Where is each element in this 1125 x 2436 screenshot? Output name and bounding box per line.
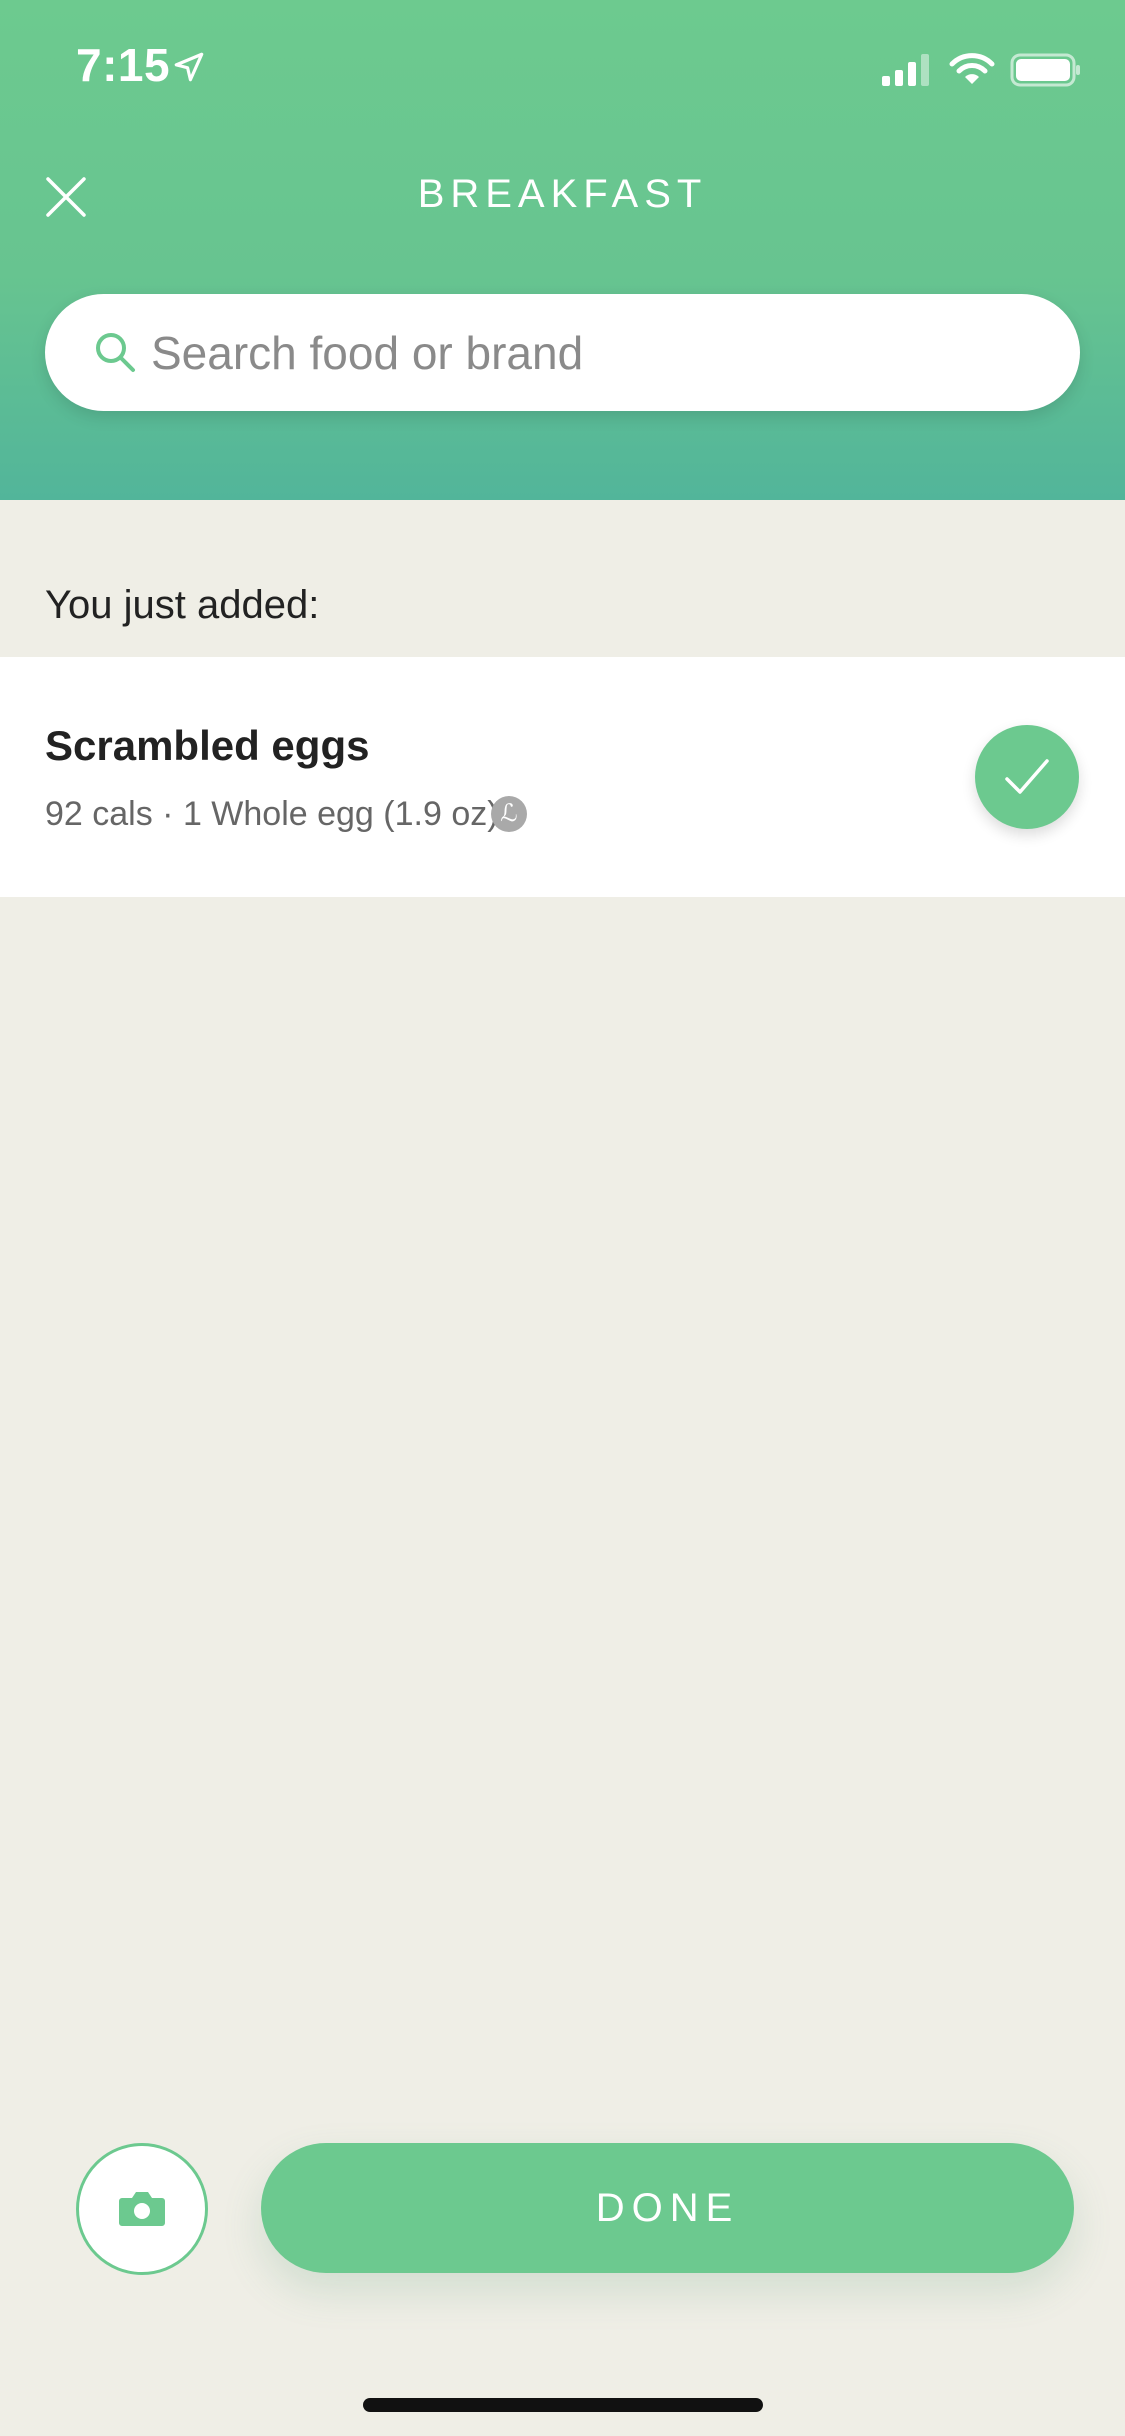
- recently-added-label: You just added:: [45, 583, 320, 627]
- added-food-row[interactable]: [0, 657, 1125, 897]
- verified-badge-icon: ℒ: [491, 796, 527, 832]
- status-time: 7:15: [76, 39, 171, 91]
- added-check-button[interactable]: [975, 725, 1079, 829]
- search-input[interactable]: [149, 312, 1033, 394]
- battery-icon: [1010, 53, 1080, 87]
- status-bar: 7:15: [0, 0, 1125, 135]
- header: 7:15 BREAKFAST: [0, 0, 1125, 500]
- home-indicator[interactable]: [363, 2398, 763, 2412]
- wifi-icon: [949, 53, 995, 84]
- done-button[interactable]: DONE: [261, 2143, 1074, 2273]
- camera-icon: [119, 2192, 165, 2226]
- search-bar[interactable]: [45, 294, 1080, 411]
- search-icon: [96, 333, 135, 372]
- food-name: Scrambled eggs: [45, 722, 370, 769]
- page-title: BREAKFAST: [417, 172, 708, 216]
- cellular-signal-icon: [882, 54, 929, 86]
- location-arrow-icon: [174, 52, 204, 82]
- camera-button[interactable]: [76, 2143, 208, 2275]
- check-icon: [1005, 759, 1049, 794]
- food-details: 92 cals · 1 Whole egg (1.9 oz): [45, 795, 499, 833]
